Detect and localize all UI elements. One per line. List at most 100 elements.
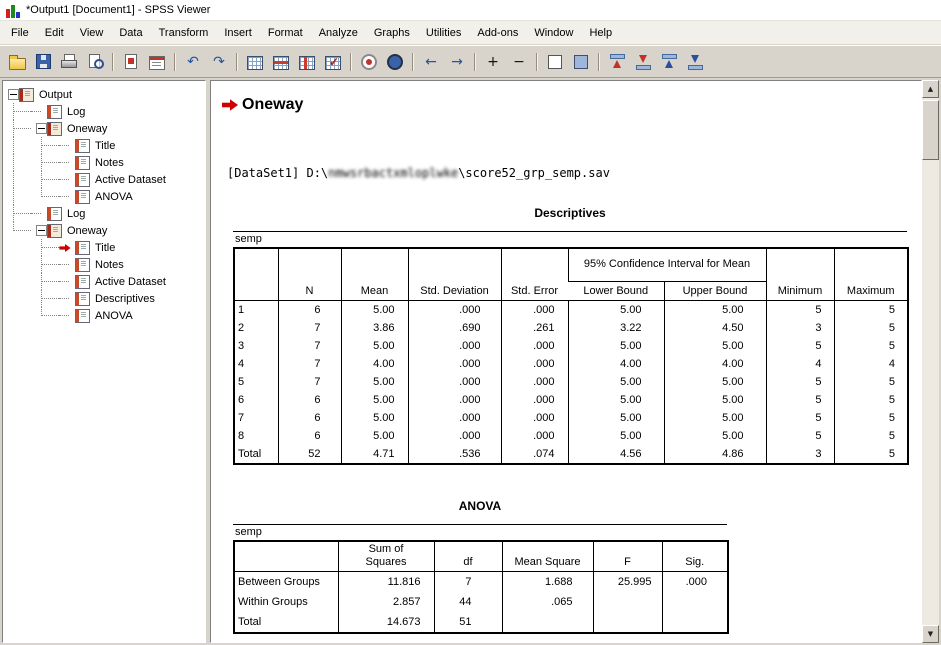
row-label: Between Groups (234, 572, 338, 593)
menu-edit[interactable]: Edit (37, 24, 72, 42)
scrollbar-track[interactable] (922, 98, 939, 625)
tree-guide (3, 205, 31, 222)
outline-item-title[interactable]: Title (3, 239, 205, 256)
cell-value: 4.00 (341, 355, 408, 373)
outline-item-anova[interactable]: ANOVA (3, 188, 205, 205)
descriptives-table-block[interactable]: Descriptives semp N Mean Std. Deviation (233, 206, 907, 465)
outline-tree: OutputLogOnewayTitleNotesActive DatasetA… (3, 86, 205, 324)
open-output-button[interactable] (5, 50, 29, 74)
column-header-n: N (278, 248, 341, 301)
cell-value: .000 (408, 373, 501, 391)
cell-value: 7 (278, 355, 341, 373)
descriptives-table-caption: semp (233, 231, 907, 247)
menu-transform[interactable]: Transform (151, 24, 217, 42)
demote-outline-button[interactable]: → (445, 50, 469, 74)
cell-value: .261 (501, 319, 568, 337)
tree-guide (3, 103, 31, 120)
recall-dialogs-button[interactable] (145, 50, 169, 74)
table-row: 375.00.000.0005.005.0055 (234, 337, 908, 355)
menu-file[interactable]: File (3, 24, 37, 42)
export-output-button[interactable] (119, 50, 143, 74)
outline-item-active-dataset[interactable]: Active Dataset (3, 171, 205, 188)
cell-value: 5.00 (568, 427, 664, 445)
cell-value (662, 612, 728, 633)
expand-collapse-box[interactable] (31, 120, 47, 137)
menu-data[interactable]: Data (111, 24, 150, 42)
cell-value: .000 (408, 337, 501, 355)
minus-box-icon[interactable] (36, 225, 47, 236)
outline-item-output[interactable]: Output (3, 86, 205, 103)
minus-icon: − (513, 55, 525, 69)
anova-table-block[interactable]: ANOVA semp Sum of Squares df Mean Square (233, 499, 727, 634)
expand-outline-button[interactable]: + (481, 50, 505, 74)
scroll-down-button[interactable]: ▼ (922, 625, 939, 643)
use-variable-sets-button[interactable] (321, 50, 345, 74)
cell-value: 5.00 (341, 409, 408, 427)
collapse-outline-button[interactable]: − (507, 50, 531, 74)
cell-value: .074 (501, 445, 568, 464)
expand-collapse-box[interactable] (3, 86, 19, 103)
vertical-scrollbar[interactable]: ▲ ▼ (922, 80, 939, 643)
outline-item-anova[interactable]: ANOVA (3, 307, 205, 324)
insert-text-button[interactable] (657, 50, 681, 74)
cell-value: 11.816 (338, 572, 434, 593)
print-button[interactable] (57, 50, 81, 74)
insert-page-break-button[interactable] (683, 50, 707, 74)
menu-window[interactable]: Window (526, 24, 581, 42)
outline-item-active-dataset[interactable]: Active Dataset (3, 273, 205, 290)
dataset-icon (75, 275, 90, 289)
print-preview-button[interactable] (83, 50, 107, 74)
outline-item-log[interactable]: Log (3, 103, 205, 120)
menu-view[interactable]: View (72, 24, 112, 42)
table-row: Within Groups2.85744.065 (234, 592, 728, 612)
toolbar-separator (536, 53, 538, 71)
goto-case-button[interactable] (269, 50, 293, 74)
expand-collapse-box[interactable] (31, 222, 47, 239)
outline-item-oneway[interactable]: Oneway (3, 222, 205, 239)
menu-help[interactable]: Help (581, 24, 620, 42)
scroll-up-button[interactable]: ▲ (922, 80, 939, 98)
select-last-output-button[interactable] (357, 50, 381, 74)
designate-window-button[interactable] (383, 50, 407, 74)
bar-arrow-up-blue-icon (661, 54, 678, 70)
outline-item-notes[interactable]: Notes (3, 256, 205, 273)
outline-item-oneway[interactable]: Oneway (3, 120, 205, 137)
cell-value: 5.00 (664, 373, 766, 391)
table-row: 474.00.000.0004.004.0044 (234, 355, 908, 373)
book-icon (47, 122, 62, 136)
menu-utilities[interactable]: Utilities (418, 24, 469, 42)
circle-filled-icon (387, 54, 403, 70)
minus-box-icon[interactable] (36, 123, 47, 134)
menu-add-ons[interactable]: Add-ons (469, 24, 526, 42)
outline-item-notes[interactable]: Notes (3, 154, 205, 171)
outline-item-descriptives[interactable]: Descriptives (3, 290, 205, 307)
main-area: OutputLogOnewayTitleNotesActive DatasetA… (0, 78, 941, 645)
menu-graphs[interactable]: Graphs (366, 24, 418, 42)
minus-box-icon[interactable] (8, 89, 19, 100)
insert-heading-button[interactable] (605, 50, 629, 74)
show-results-button[interactable] (543, 50, 567, 74)
cell-value: 5.00 (568, 373, 664, 391)
undo-button[interactable]: ↶ (181, 50, 205, 74)
tree-guide (3, 273, 31, 290)
variables-button[interactable] (295, 50, 319, 74)
row-label: Within Groups (234, 592, 338, 612)
tree-guide (3, 154, 31, 171)
menu-insert[interactable]: Insert (216, 24, 260, 42)
hide-results-button[interactable] (569, 50, 593, 74)
promote-outline-button[interactable]: ← (419, 50, 443, 74)
goto-data-button[interactable] (243, 50, 267, 74)
cell-value: 4.00 (664, 355, 766, 373)
outline-item-log[interactable]: Log (3, 205, 205, 222)
menu-analyze[interactable]: Analyze (311, 24, 366, 42)
insert-title-button[interactable] (631, 50, 655, 74)
redo-button[interactable]: ↷ (207, 50, 231, 74)
cell-value: 7 (434, 572, 502, 593)
box-filled-icon (574, 55, 588, 69)
scrollbar-thumb[interactable] (922, 100, 939, 160)
menu-format[interactable]: Format (260, 24, 311, 42)
outline-item-title[interactable]: Title (3, 137, 205, 154)
cell-value: .000 (501, 409, 568, 427)
save-output-button[interactable] (31, 50, 55, 74)
table-row: Total524.71.536.0744.564.8635 (234, 445, 908, 464)
